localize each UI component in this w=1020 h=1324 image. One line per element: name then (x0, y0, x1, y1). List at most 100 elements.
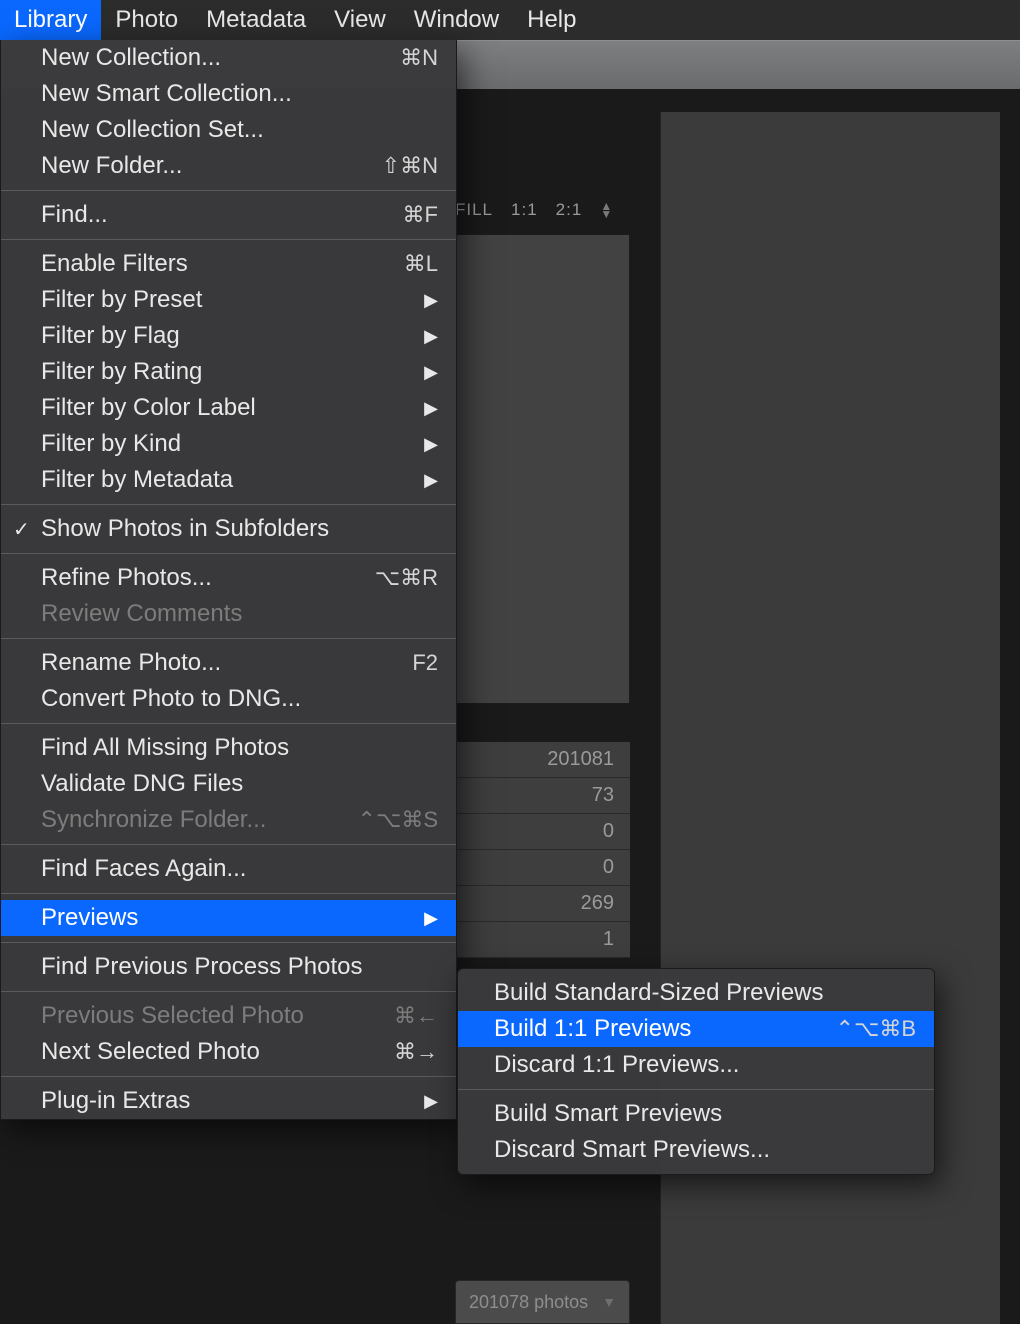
library-menu-item[interactable]: New Folder...⇧⌘N (1, 148, 456, 184)
previews-submenu-item[interactable]: Build Standard-Sized Previews (458, 975, 934, 1011)
menu-separator (1, 991, 456, 992)
menu-item-shortcut: ⇧⌘N (382, 153, 438, 179)
checkmark-icon: ✓ (13, 517, 30, 542)
library-menu-item[interactable]: Convert Photo to DNG... (1, 681, 456, 717)
zoom-2-1[interactable]: 2:1 (556, 200, 583, 220)
chevron-down-icon: ▼ (602, 1294, 616, 1310)
menu-separator (1, 844, 456, 845)
navigator-preview (455, 234, 630, 704)
library-menu-item[interactable]: Find Faces Again... (1, 851, 456, 887)
menu-item-shortcut: ⌘→ (394, 1039, 438, 1065)
library-menu-item[interactable]: Next Selected Photo⌘→ (1, 1034, 456, 1070)
menu-item-label: Refine Photos... (41, 564, 375, 592)
library-menu-item[interactable]: Previews▶ (1, 900, 456, 936)
menu-item-shortcut: F2 (412, 650, 438, 676)
menu-item-label: New Collection Set... (41, 116, 438, 144)
menu-item-label: Discard Smart Previews... (494, 1136, 916, 1164)
library-menu-item[interactable]: Filter by Color Label▶ (1, 390, 456, 426)
menu-separator (1, 190, 456, 191)
library-menu-item[interactable]: Find All Missing Photos (1, 730, 456, 766)
library-menu-item[interactable]: Enable Filters⌘L (1, 246, 456, 282)
menu-item-label: Build Standard-Sized Previews (494, 979, 916, 1007)
previews-submenu: Build Standard-Sized Previews Build 1:1 P… (457, 968, 935, 1175)
count-row[interactable]: 0 (455, 814, 630, 850)
previews-submenu-item[interactable]: Discard Smart Previews... (458, 1132, 934, 1168)
submenu-arrow-icon: ▶ (424, 326, 438, 347)
submenu-arrow-icon: ▶ (424, 908, 438, 929)
library-menu-item[interactable]: ✓Show Photos in Subfolders (1, 511, 456, 547)
library-menu-item: Synchronize Folder...⌃⌥⌘S (1, 802, 456, 838)
library-menu-item[interactable]: Filter by Flag▶ (1, 318, 456, 354)
submenu-arrow-icon: ▶ (424, 1091, 438, 1112)
zoom-fill[interactable]: FILL (455, 200, 493, 220)
count-row[interactable]: 1 (455, 922, 630, 958)
navigator-zoom-row: FILL 1:1 2:1 ▲▼ (455, 200, 613, 220)
menu-separator (1, 893, 456, 894)
menu-item-label: Find... (41, 201, 403, 229)
zoom-1-1[interactable]: 1:1 (511, 200, 538, 220)
menu-item-label: Find Faces Again... (41, 855, 438, 883)
zoom-stepper-icon[interactable]: ▲▼ (600, 202, 613, 218)
library-menu-item[interactable]: Plug-in Extras▶ (1, 1083, 456, 1119)
menu-item-label: New Folder... (41, 152, 382, 180)
menu-item-label: Validate DNG Files (41, 770, 438, 798)
menu-item-label: Previews (41, 904, 424, 932)
menu-item-label: Build Smart Previews (494, 1100, 916, 1128)
count-row[interactable]: 269 (455, 886, 630, 922)
menu-item-shortcut: ⌘N (400, 45, 438, 71)
count-row[interactable]: 73 (455, 778, 630, 814)
menubar-item-help[interactable]: Help (513, 0, 590, 40)
menu-item-shortcut: ⌥⌘R (375, 565, 438, 591)
menu-item-label: New Collection... (41, 44, 400, 72)
menu-item-label: Filter by Flag (41, 322, 424, 350)
menu-separator (1, 638, 456, 639)
submenu-arrow-icon: ▶ (424, 290, 438, 311)
menu-item-label: Find All Missing Photos (41, 734, 438, 762)
menu-item-shortcut: ⌃⌥⌘S (358, 807, 438, 833)
library-menu-item[interactable]: New Collection...⌘N (1, 40, 456, 76)
menu-item-label: Find Previous Process Photos (41, 953, 438, 981)
menu-item-label: Convert Photo to DNG... (41, 685, 438, 713)
submenu-arrow-icon: ▶ (424, 398, 438, 419)
submenu-arrow-icon: ▶ (424, 470, 438, 491)
menu-item-label: Filter by Metadata (41, 466, 424, 494)
previews-submenu-item[interactable]: Build 1:1 Previews⌃⌥⌘B (458, 1011, 934, 1047)
library-menu-item[interactable]: New Collection Set... (1, 112, 456, 148)
count-row[interactable]: 0 (455, 850, 630, 886)
library-menu-dropdown: New Collection...⌘N New Smart Collection.… (0, 40, 457, 1120)
previews-submenu-item[interactable]: Discard 1:1 Previews... (458, 1047, 934, 1083)
menu-item-label: Discard 1:1 Previews... (494, 1051, 916, 1079)
count-row[interactable]: 201081 (455, 742, 630, 778)
menu-separator (458, 1089, 934, 1090)
menubar-item-photo[interactable]: Photo (101, 0, 192, 40)
library-menu-item[interactable]: Validate DNG Files (1, 766, 456, 802)
library-menu-item[interactable]: Find...⌘F (1, 197, 456, 233)
library-menu-item[interactable]: Filter by Kind▶ (1, 426, 456, 462)
menubar-item-metadata[interactable]: Metadata (192, 0, 320, 40)
library-menu-item[interactable]: New Smart Collection... (1, 76, 456, 112)
library-menu-item: Previous Selected Photo⌘← (1, 998, 456, 1034)
menu-item-label: Rename Photo... (41, 649, 412, 677)
menu-item-label: Plug-in Extras (41, 1087, 424, 1115)
library-menu-item[interactable]: Refine Photos...⌥⌘R (1, 560, 456, 596)
menubar: Library Photo Metadata View Window Help (0, 0, 1020, 40)
menubar-item-view[interactable]: View (320, 0, 400, 40)
library-menu-item[interactable]: Filter by Preset▶ (1, 282, 456, 318)
menubar-item-window[interactable]: Window (400, 0, 513, 40)
previews-submenu-item[interactable]: Build Smart Previews (458, 1096, 934, 1132)
menu-item-shortcut: ⌘← (394, 1003, 438, 1029)
library-menu-item[interactable]: Find Previous Process Photos (1, 949, 456, 985)
menu-separator (1, 239, 456, 240)
library-menu-item[interactable]: Filter by Rating▶ (1, 354, 456, 390)
library-menu-item[interactable]: Filter by Metadata▶ (1, 462, 456, 498)
menu-item-label: Build 1:1 Previews (494, 1015, 836, 1043)
footer-photo-count[interactable]: 201078 photos ▼ (455, 1280, 630, 1324)
menu-item-label: Filter by Kind (41, 430, 424, 458)
menubar-item-library[interactable]: Library (0, 0, 101, 40)
library-menu-item[interactable]: Rename Photo...F2 (1, 645, 456, 681)
submenu-arrow-icon: ▶ (424, 434, 438, 455)
menu-separator (1, 553, 456, 554)
menu-item-label: New Smart Collection... (41, 80, 438, 108)
menu-item-shortcut: ⌘L (404, 251, 438, 277)
menu-item-label: Filter by Rating (41, 358, 424, 386)
